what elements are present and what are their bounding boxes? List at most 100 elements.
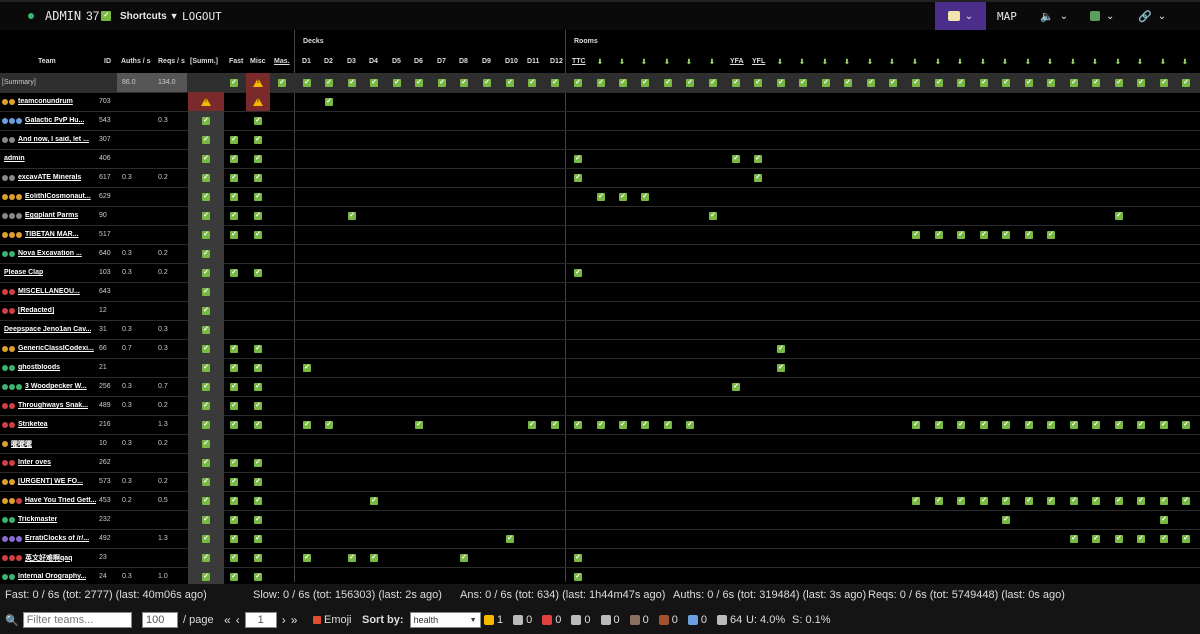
room-check[interactable]: ✓ [1092, 491, 1100, 510]
team-cell[interactable]: teamconundrum [2, 92, 96, 111]
deck-header[interactable]: D6 [414, 58, 423, 65]
summary-check[interactable]: ✓ [202, 396, 210, 415]
theme-dropdown[interactable]: ⌄ [935, 2, 986, 30]
room-check[interactable]: ✓ [1115, 491, 1123, 510]
misc-check[interactable]: ✓ [254, 396, 262, 415]
summary-check[interactable]: ✓ [202, 510, 210, 529]
deck-check[interactable]: ✓ [370, 491, 378, 510]
deck-check[interactable]: ✓ [506, 529, 514, 548]
room-check[interactable]: ✓ [1137, 491, 1145, 510]
room-check[interactable]: ✓ [1002, 415, 1010, 434]
room-icon[interactable]: ⬇ [1160, 58, 1166, 66]
table-row[interactable]: admin 406 ✓ ✓ ✓ ✓ ✓ ✓ [0, 149, 1200, 169]
room-check[interactable]: ✓ [1115, 529, 1123, 548]
id-column-header[interactable]: ID [104, 58, 111, 65]
room-header[interactable]: TTC [572, 58, 586, 65]
room-check[interactable]: ✓ [1137, 529, 1145, 548]
team-cell[interactable]: Striketea [2, 415, 96, 434]
room-icon[interactable]: ⬇ [597, 58, 603, 66]
summary-check[interactable]: ✓ [202, 187, 210, 206]
emoji-checkbox-icon[interactable] [313, 616, 321, 624]
count-indicator[interactable]: 37 ✓ [86, 2, 112, 30]
room-check[interactable]: ✓ [957, 225, 965, 244]
sound-dropdown[interactable]: 🔈 ⌄ [1040, 2, 1068, 30]
room-check[interactable]: ✓ [574, 263, 582, 282]
counter-item[interactable]: 0 [513, 614, 532, 626]
team-name[interactable]: excavATE Minerals [18, 174, 81, 181]
summary-check[interactable]: ✓ [202, 472, 210, 491]
room-check[interactable]: ✓ [912, 225, 920, 244]
admin-link[interactable]: ADMIN [45, 2, 81, 30]
fast-check[interactable]: ✓ [230, 529, 238, 548]
reqs-column-header[interactable]: Reqs / s [158, 58, 185, 65]
misc-column-header[interactable]: Misc [250, 58, 266, 65]
summary-check[interactable]: ✓ [202, 529, 210, 548]
fast-check[interactable]: ✓ [230, 168, 238, 187]
summary-check[interactable]: ✓ [202, 263, 210, 282]
table-row[interactable]: [URGENT] WE FO... 573 0.3 0.2 ✓ ✓ ✓ [0, 472, 1200, 492]
fast-check[interactable]: ✓ [230, 130, 238, 149]
team-name[interactable]: Eggplant Parms [25, 212, 78, 219]
summary-check[interactable]: ✓ [202, 149, 210, 168]
team-name[interactable]: And now, I said, let ... [18, 136, 89, 143]
room-check[interactable]: ✓ [1047, 491, 1055, 510]
room-check[interactable]: ✓ [1092, 529, 1100, 548]
room-icon[interactable]: ⬇ [686, 58, 692, 66]
room-check[interactable]: ✓ [574, 415, 582, 434]
room-icon[interactable]: ⬇ [844, 58, 850, 66]
summary-check[interactable]: ✓ [202, 358, 210, 377]
room-check[interactable]: ✓ [1115, 206, 1123, 225]
table-row[interactable]: Galactic PvP Hu... 543 0.3 ✓ ✓ [0, 111, 1200, 131]
room-check[interactable]: ✓ [980, 491, 988, 510]
fast-check[interactable]: ✓ [230, 187, 238, 206]
table-row[interactable]: ghostbloods 21 ✓ ✓ ✓ ✓ ✓ [0, 358, 1200, 378]
misc-check[interactable]: ✓ [254, 187, 262, 206]
deck-check[interactable]: ✓ [460, 548, 468, 567]
counter-item[interactable]: 0 [629, 614, 649, 626]
team-name[interactable]: Galactic PvP Hu... [25, 117, 84, 124]
deck-header[interactable]: D8 [459, 58, 468, 65]
prev-page-icon[interactable]: ‹ [236, 613, 240, 627]
team-column-header[interactable]: Team [38, 58, 56, 65]
room-icon[interactable]: ⬇ [867, 58, 873, 66]
table-row[interactable]: EolithICosmonaut... 629 ✓ ✓ ✓ ✓ ✓ ✓ [0, 187, 1200, 207]
table-row[interactable]: Trickmaster 232 ✓ ✓ ✓ ✓ ✓ [0, 510, 1200, 530]
team-cell[interactable]: And now, I said, let ... [2, 130, 96, 149]
team-name[interactable]: TIBETAN MAR... [25, 231, 79, 238]
team-name[interactable]: Please Clap [4, 269, 43, 276]
summary-check[interactable]: ✓ [202, 206, 210, 225]
team-cell[interactable]: 喔喔喔 [2, 434, 96, 453]
room-check[interactable]: ✓ [664, 415, 672, 434]
room-check[interactable]: ✓ [574, 149, 582, 168]
misc-check[interactable]: ✓ [254, 111, 262, 130]
deck-header[interactable]: D12 [550, 58, 563, 65]
deck-check[interactable]: ✓ [325, 92, 333, 111]
fast-check[interactable]: ✓ [230, 548, 238, 567]
table-row[interactable]: [Redacted] 12 ✓ [0, 301, 1200, 321]
team-cell[interactable]: Galactic PvP Hu... [2, 111, 96, 130]
misc-check[interactable]: ✓ [254, 130, 262, 149]
team-cell[interactable]: 英文好难啊qaq [2, 548, 96, 567]
table-row[interactable]: 英文好难啊qaq 23 ✓ ✓ ✓ ✓ ✓ ✓ ✓ ✓ [0, 548, 1200, 568]
summary-check[interactable]: ✓ [202, 168, 210, 187]
table-row[interactable]: 喔喔喔 10 0.3 0.2 ✓ [0, 434, 1200, 454]
misc-check[interactable]: ✓ [254, 206, 262, 225]
room-check[interactable]: ✓ [777, 339, 785, 358]
fast-check[interactable]: ✓ [230, 396, 238, 415]
room-check[interactable]: ✓ [754, 168, 762, 187]
table-row[interactable]: teamconundrum 703 ✓ [0, 92, 1200, 112]
summary-check[interactable]: ✓ [202, 453, 210, 472]
room-check[interactable]: ✓ [957, 415, 965, 434]
misc-warning[interactable] [253, 92, 263, 111]
room-check[interactable]: ✓ [980, 415, 988, 434]
fast-check[interactable]: ✓ [230, 206, 238, 225]
page-input[interactable] [244, 612, 277, 628]
deck-header[interactable]: D10 [505, 58, 518, 65]
fast-check[interactable]: ✓ [230, 510, 238, 529]
room-check[interactable]: ✓ [619, 187, 627, 206]
room-check[interactable]: ✓ [641, 187, 649, 206]
first-page-icon[interactable]: « [224, 613, 231, 627]
team-name[interactable]: 英文好难啊qaq [25, 553, 72, 563]
room-icon[interactable]: ⬇ [957, 58, 963, 66]
deck-check[interactable]: ✓ [303, 358, 311, 377]
